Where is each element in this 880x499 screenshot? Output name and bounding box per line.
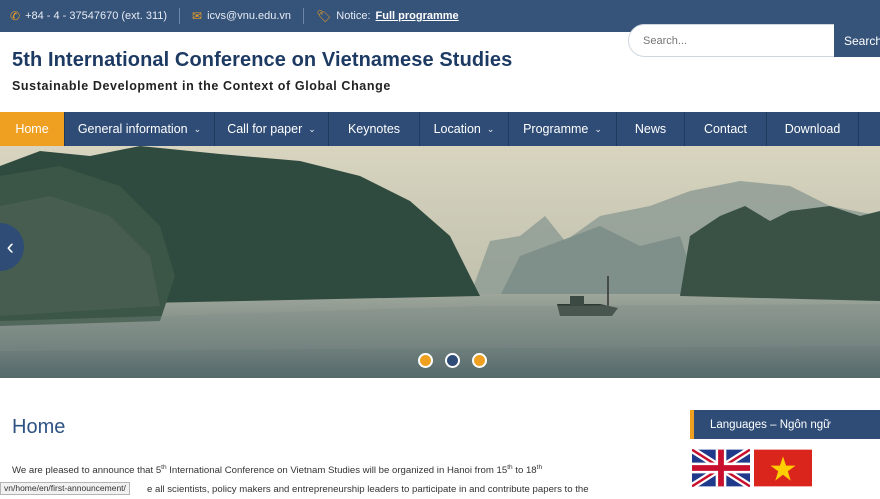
tag-icon: 🏷 [316, 9, 332, 23]
chevron-down-icon: ⌄ [594, 123, 602, 134]
intro-text: International Conference on Vietnam Stud… [166, 465, 508, 477]
nav-general-information[interactable]: General information ⌄ [65, 112, 215, 146]
page-title: Home [12, 416, 66, 438]
nav-news[interactable]: News [617, 112, 685, 146]
nav-keynotes[interactable]: Keynotes [329, 112, 420, 146]
nav-label: Programme [523, 122, 589, 136]
slider-dot-3[interactable] [472, 353, 487, 368]
nav-label: Home [15, 122, 49, 136]
search-button[interactable]: Search [834, 24, 880, 57]
nav-programme[interactable]: Programme ⌄ [509, 112, 617, 146]
nav-label: Download [784, 122, 841, 136]
nav-home[interactable]: Home [0, 112, 65, 146]
nav-label: Contact [703, 122, 748, 136]
uk-flag-icon[interactable] [692, 449, 750, 487]
main-nav: Home General information ⌄ Call for paper… [0, 112, 880, 146]
chevron-down-icon: ⌄ [193, 123, 202, 134]
notice-label: Notice: [336, 10, 371, 22]
nav-label: General information [77, 122, 188, 136]
superscript: th [536, 464, 543, 471]
nav-contact[interactable]: Contact [685, 112, 767, 146]
email-address[interactable]: icvs@vnu.edu.vn [207, 10, 291, 22]
phone-number: +84 - 4 - 37547670 (ext. 311) [25, 10, 168, 22]
divider [179, 8, 181, 24]
search-input[interactable] [628, 24, 840, 57]
chevron-left-icon: ‹ [6, 234, 14, 259]
envelope-icon: ✉ [192, 9, 203, 23]
nav-call-for-paper[interactable]: Call for paper ⌄ [215, 112, 329, 146]
chevron-down-icon: ⌄ [486, 123, 495, 134]
hero-slider[interactable] [0, 146, 880, 378]
phone-contact: ✆ +84 - 4 - 37547670 (ext. 311) [10, 0, 179, 32]
slider-dot-2[interactable] [445, 353, 460, 368]
notice: 🏷 Notice: Full programme [316, 0, 471, 32]
phone-icon: ✆ [10, 9, 21, 23]
slider-dot-1[interactable] [418, 353, 433, 368]
divider [303, 8, 305, 24]
intro-text: to 18 [512, 465, 537, 477]
chevron-down-icon: ⌄ [308, 123, 316, 134]
vietnam-flag-icon[interactable] [754, 449, 812, 487]
intro-text: We are pleased to announce that 5 [12, 465, 162, 477]
nav-label: Call for paper [227, 122, 303, 136]
full-programme-link[interactable]: Full programme [376, 10, 459, 22]
languages-heading: Languages – Ngôn ngữ [690, 410, 880, 439]
site-subtitle: Sustainable Development in the Context o… [12, 79, 391, 93]
nav-label: Location [433, 122, 481, 136]
browser-status-bar: vn/home/en/first-announcement/ [0, 482, 130, 495]
email-contact[interactable]: ✉ icvs@vnu.edu.vn [192, 0, 303, 32]
nav-download[interactable]: Download [767, 112, 859, 146]
nav-label: News [634, 122, 667, 136]
nav-location[interactable]: Location ⌄ [420, 112, 509, 146]
site-title[interactable]: 5th International Conference on Vietname… [12, 49, 512, 72]
halong-bay-image [0, 146, 880, 378]
nav-label: Keynotes [347, 122, 401, 136]
